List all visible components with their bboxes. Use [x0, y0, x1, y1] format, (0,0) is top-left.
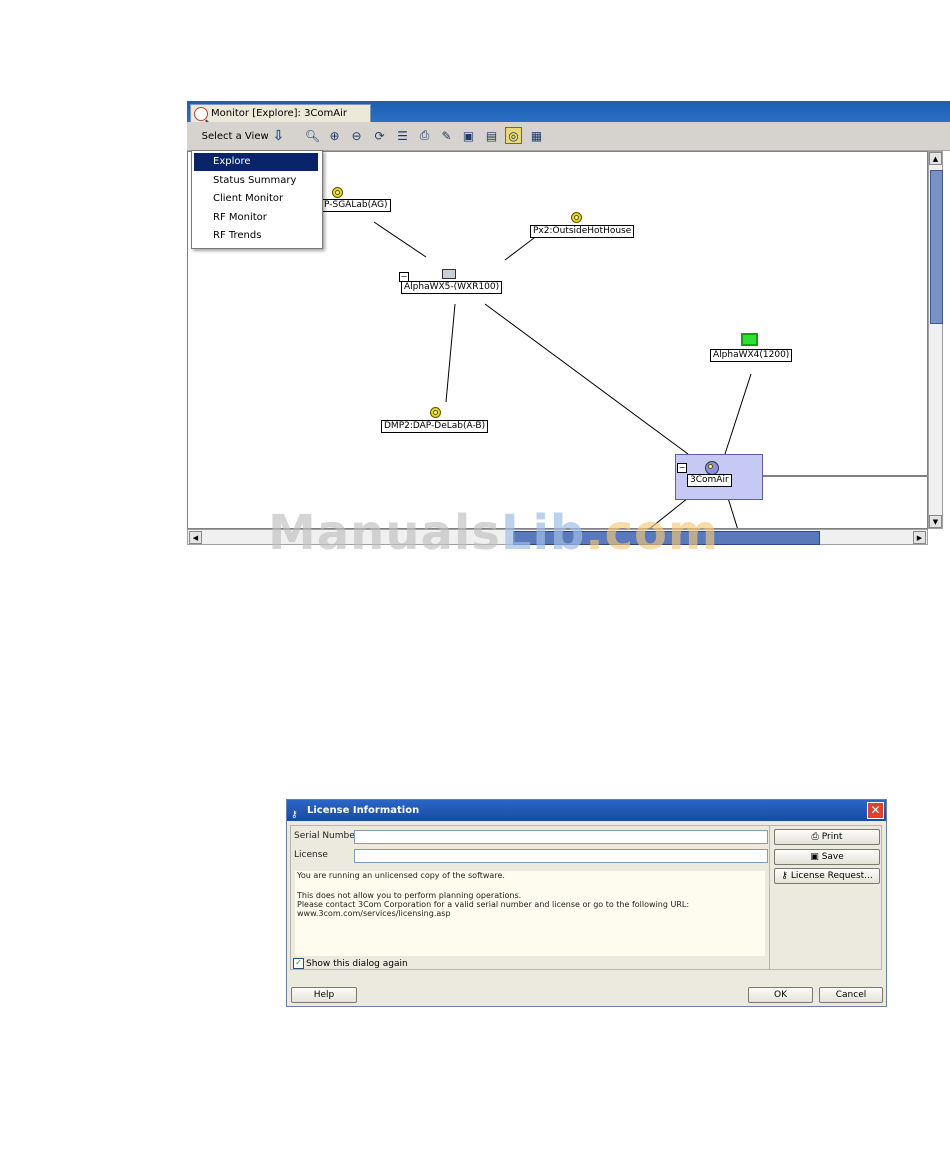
monitor-tab[interactable]: Monitor [Explore]: 3ComAir [190, 104, 371, 122]
select-view-menu: Explore Status Summary Client Monitor RF… [191, 150, 323, 249]
checkmark-icon[interactable]: ✓ [293, 958, 304, 969]
scroll-right-icon[interactable]: ▶ [913, 531, 926, 544]
close-icon[interactable]: ✕ [867, 802, 884, 819]
license-dialog: ⚷ License Information ✕ Serial Number Li… [286, 799, 887, 1007]
watermark-part2: Lib [500, 505, 586, 561]
print-icon: ⎙ [811, 832, 819, 842]
dialog-title: License Information [307, 805, 420, 816]
key-icon: ⚷ [291, 810, 298, 820]
ok-button[interactable]: OK [748, 987, 813, 1003]
message-line: This does not allow you to perform plann… [297, 891, 522, 900]
scroll-up-icon[interactable]: ▲ [929, 152, 942, 165]
network-icon[interactable]: ▣ [460, 127, 477, 144]
menu-item-rf-trends[interactable]: RF Trends [194, 227, 318, 245]
export-icon[interactable]: ▦ [528, 127, 545, 144]
switch-icon[interactable] [442, 269, 456, 279]
monitor-title-bar: Monitor [Explore]: 3ComAir [187, 101, 950, 122]
annotate-icon[interactable]: ✎ [438, 127, 455, 144]
license-message: You are running an unlicensed copy of th… [295, 871, 765, 956]
scroll-left-icon[interactable]: ◀ [189, 531, 202, 544]
show-dialog-again-label: Show this dialog again [306, 958, 408, 969]
ap-toggle-icon[interactable]: ◎ [505, 127, 522, 144]
license-request-button[interactable]: ⚷ License Request... [774, 868, 880, 884]
dialog-button-bar: Help OK Cancel [287, 972, 886, 1006]
access-point-icon[interactable] [571, 212, 582, 223]
menu-item-rf-monitor[interactable]: RF Monitor [194, 209, 318, 227]
link-group-down2 [727, 497, 738, 528]
vertical-scroll-thumb[interactable] [930, 170, 943, 324]
zoom-in-icon[interactable]: ⊕ [326, 127, 343, 144]
menu-item-explore[interactable]: Explore [194, 153, 318, 171]
collapse-toggle[interactable]: − [677, 463, 687, 473]
select-a-view-label: Select a View [201, 130, 269, 142]
refresh-icon[interactable]: ⟳ [371, 127, 388, 144]
link-ap2-switch1 [504, 234, 539, 261]
zoom-out-icon[interactable]: ⊖ [348, 127, 365, 144]
watermark-part1: Manuals [268, 505, 501, 561]
device-icon[interactable]: ▤ [483, 127, 500, 144]
license-actions-panel: ⎙ Print ▣ Save ⚷ License Request... [770, 825, 882, 970]
select-a-view-button[interactable]: Select a View ⇩ [191, 126, 295, 146]
wireless-controller-icon[interactable] [705, 461, 719, 475]
key-icon: ⚷ [781, 871, 788, 881]
link-switch1-group [484, 303, 689, 455]
license-request-button-label: License Request... [790, 871, 873, 881]
node-label-switch1[interactable]: AlphaWX5-(WXR100) [401, 281, 503, 294]
switch-icon-active[interactable] [741, 333, 758, 346]
link-ap1-switch1 [373, 221, 427, 258]
list-icon[interactable]: ☰ [394, 127, 411, 144]
node-label-group[interactable]: 3ComAir [687, 474, 732, 487]
monitor-toolbar: Select a View ⇩ 🔍︎ ⊕ ⊖ ⟳ ☰ ⎙ ✎ ▣ ▤ ◎ ▦ [187, 122, 950, 151]
serial-number-input[interactable] [354, 830, 768, 844]
access-point-icon[interactable] [332, 187, 343, 198]
print-button-label: Print [821, 832, 843, 842]
vertical-scrollbar[interactable]: ▲ ▼ [928, 151, 943, 529]
menu-item-status-summary[interactable]: Status Summary [194, 172, 318, 190]
link-switch1-ap3 [445, 303, 456, 403]
node-label-switch2[interactable]: AlphaWX4(1200) [710, 349, 793, 362]
message-line: www.3com.com/services/licensing.asp [297, 909, 451, 918]
arrow-down-icon: ⇩ [272, 128, 285, 144]
watermark: ManualsLib.com [268, 505, 719, 561]
node-label-ap3[interactable]: DMP2:DAP-DeLab(A-B) [381, 420, 489, 433]
message-line: You are running an unlicensed copy of th… [297, 871, 505, 880]
access-point-icon[interactable] [430, 407, 441, 418]
node-label-ap1[interactable]: P-SGALab(AG) [321, 199, 391, 212]
license-label: License [294, 850, 328, 860]
link-switch2-group [724, 373, 752, 455]
license-input[interactable] [354, 849, 768, 863]
save-icon: ▣ [810, 852, 819, 862]
dialog-title-bar: ⚷ License Information ✕ [287, 800, 886, 821]
save-button-label: Save [821, 852, 844, 862]
message-line: Please contact 3Com Corporation for a va… [297, 900, 690, 909]
monitor-tab-title: Monitor [Explore]: 3ComAir [211, 108, 348, 119]
help-button[interactable]: Help [291, 987, 357, 1003]
scroll-down-icon[interactable]: ▼ [929, 515, 942, 528]
print-icon[interactable]: ⎙ [416, 127, 433, 144]
cancel-button[interactable]: Cancel [819, 987, 883, 1003]
monitor-magnifier-icon [194, 106, 208, 121]
watermark-part3: .com [585, 505, 720, 561]
serial-number-label: Serial Number [294, 831, 359, 841]
print-button[interactable]: ⎙ Print [774, 829, 880, 845]
node-label-ap2[interactable]: Px2:OutsideHotHouse [530, 225, 635, 238]
menu-item-client-monitor[interactable]: Client Monitor [194, 190, 318, 208]
search-icon[interactable]: 🔍︎ [304, 127, 321, 144]
show-dialog-again-checkbox[interactable]: ✓ Show this dialog again [293, 958, 408, 969]
license-form-panel: Serial Number License You are running an… [290, 825, 770, 970]
save-button[interactable]: ▣ Save [774, 849, 880, 865]
